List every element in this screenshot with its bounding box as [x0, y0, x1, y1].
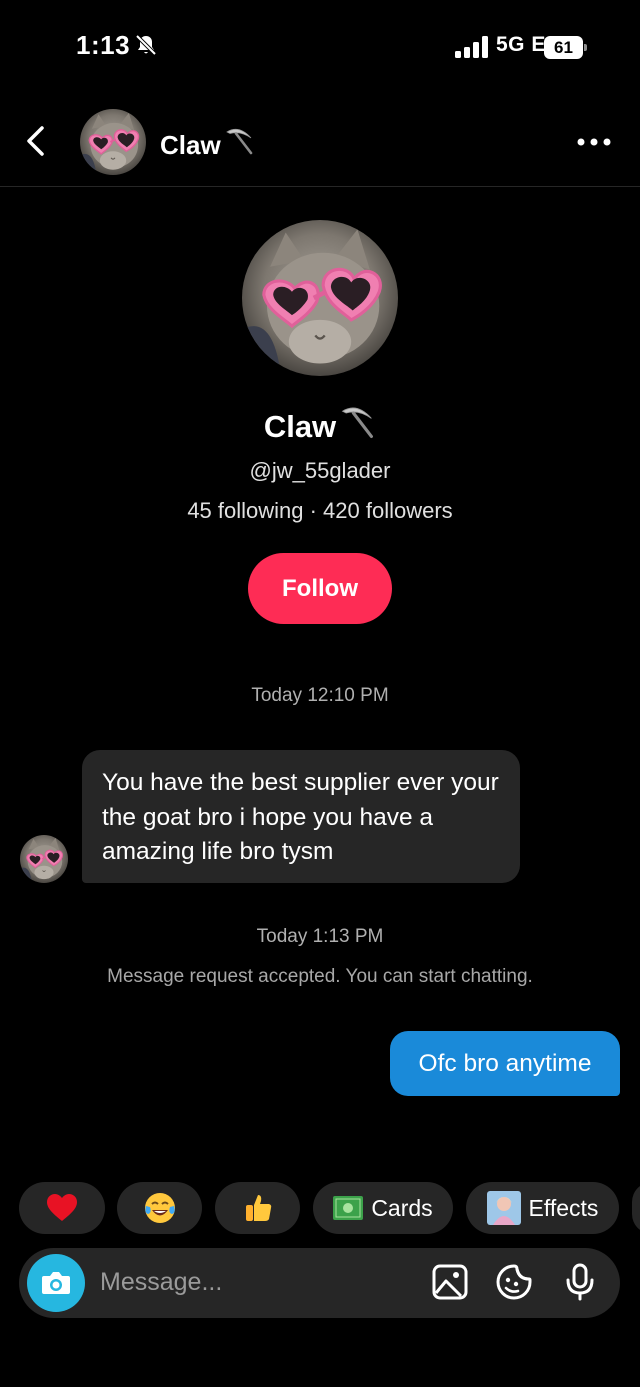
more-quick-actions[interactable] — [632, 1182, 640, 1234]
back-chevron-icon[interactable] — [22, 124, 50, 158]
effects-button[interactable]: Effects — [466, 1182, 619, 1234]
header-username[interactable]: Claw — [160, 126, 255, 161]
message-timestamp: Today 1:13 PM — [256, 926, 384, 947]
quick-reaction-tears-of-joy[interactable] — [117, 1182, 202, 1234]
sender-avatar[interactable] — [20, 835, 68, 883]
system-message: Message request accepted. You can start … — [107, 966, 533, 987]
profile-avatar[interactable] — [242, 220, 398, 376]
header-username-text: Claw — [160, 130, 221, 160]
cards-label: Cards — [371, 1194, 433, 1221]
outgoing-message-bubble[interactable]: Ofc bro anytime — [390, 1031, 620, 1096]
signal-icon — [455, 36, 488, 58]
money-card-icon — [333, 1196, 364, 1220]
profile-name: Claw — [0, 404, 640, 445]
tears-of-joy-emoji — [144, 1193, 175, 1223]
status-time: 1:13 — [76, 30, 131, 60]
heart-emoji — [47, 1194, 77, 1221]
battery-icon: 61 — [544, 36, 588, 59]
quick-reaction-heart[interactable] — [19, 1182, 105, 1234]
message-timestamp: Today 12:10 PM — [251, 685, 389, 706]
header-avatar[interactable] — [80, 109, 146, 175]
profile-stats: 45 following · 420 followers — [187, 498, 453, 523]
profile-name-text: Claw — [263, 409, 337, 444]
gallery-icon[interactable] — [431, 1263, 469, 1301]
effects-label: Effects — [528, 1194, 599, 1221]
thumbs-up-emoji — [245, 1195, 271, 1221]
microphone-icon[interactable] — [561, 1263, 599, 1301]
profile-handle: @jw_55glader — [249, 458, 391, 483]
battery-level: 61 — [544, 36, 583, 59]
pickaxe-emoji — [338, 404, 376, 440]
cards-button[interactable]: Cards — [313, 1182, 453, 1234]
header-divider — [0, 186, 640, 187]
incoming-message-bubble[interactable]: You have the best supplier ever your the… — [82, 750, 520, 883]
bell-muted-icon — [135, 34, 157, 56]
message-input[interactable] — [100, 1260, 410, 1304]
camera-icon — [42, 1272, 70, 1294]
camera-button[interactable] — [27, 1254, 85, 1312]
follow-button[interactable]: Follow — [248, 553, 392, 624]
more-options-icon[interactable] — [576, 136, 612, 148]
network-type: 5G E — [496, 33, 546, 56]
pickaxe-emoji — [223, 126, 255, 156]
sticker-icon[interactable] — [495, 1263, 533, 1301]
quick-reaction-thumbs-up[interactable] — [215, 1182, 300, 1234]
effects-thumbnail-icon — [486, 1191, 521, 1225]
